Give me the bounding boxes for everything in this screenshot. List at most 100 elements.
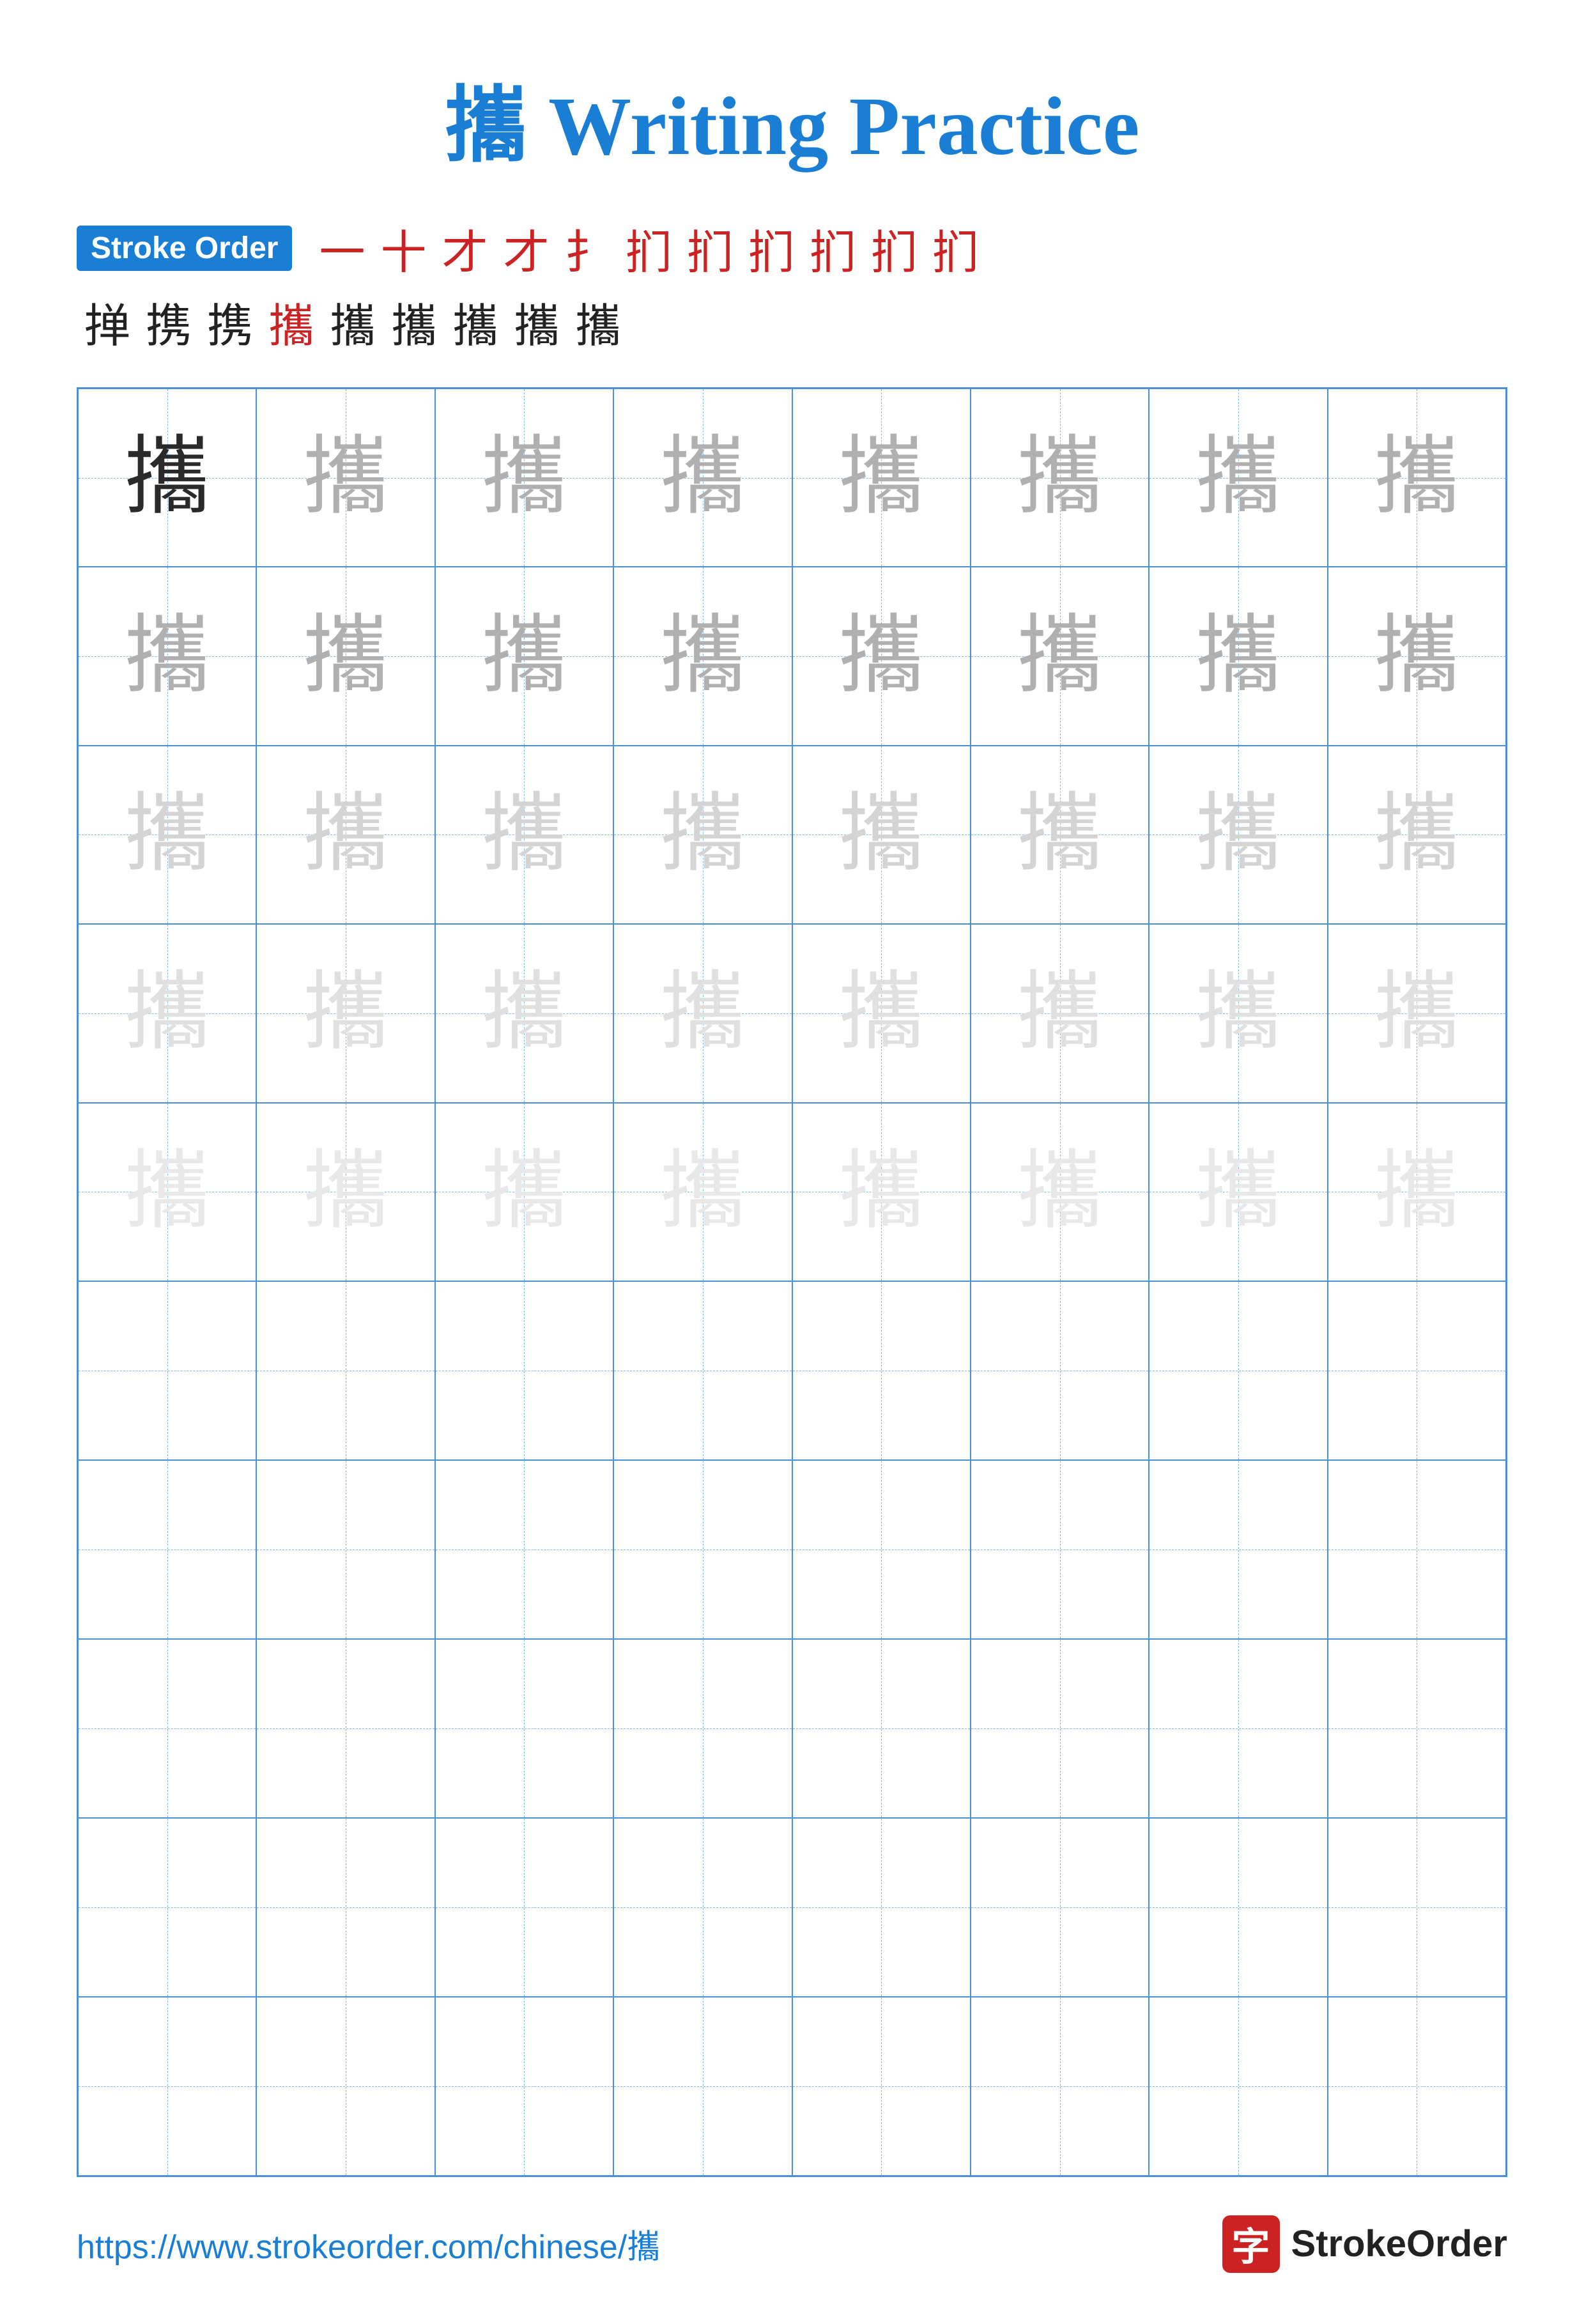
cell-5-2[interactable]: 攜 xyxy=(256,1103,434,1281)
grid-row-4: 攜 攜 攜 攜 攜 攜 攜 攜 xyxy=(78,924,1506,1102)
cell-1-3[interactable]: 攜 xyxy=(435,389,613,567)
cell-5-7[interactable]: 攜 xyxy=(1149,1103,1327,1281)
cell-4-3[interactable]: 攜 xyxy=(435,924,613,1102)
grid-row-3: 攜 攜 攜 攜 攜 攜 攜 攜 xyxy=(78,746,1506,924)
cell-7-3[interactable] xyxy=(435,1460,613,1639)
practice-char: 攜 xyxy=(659,613,746,700)
cell-4-1[interactable]: 攜 xyxy=(78,924,256,1102)
cell-9-5[interactable] xyxy=(792,1818,971,1997)
cell-1-5[interactable]: 攜 xyxy=(792,389,971,567)
cell-4-7[interactable]: 攜 xyxy=(1149,924,1327,1102)
cell-2-5[interactable]: 攜 xyxy=(792,567,971,745)
cell-9-8[interactable] xyxy=(1328,1818,1506,1997)
cell-6-5[interactable] xyxy=(792,1281,971,1460)
cell-2-2[interactable]: 攜 xyxy=(256,567,434,745)
stroke-15: 攜 xyxy=(268,288,314,355)
cell-4-6[interactable]: 攜 xyxy=(971,924,1149,1102)
cell-7-7[interactable] xyxy=(1149,1460,1327,1639)
cell-5-6[interactable]: 攜 xyxy=(971,1103,1149,1281)
cell-3-4[interactable]: 攜 xyxy=(613,746,792,924)
cell-8-3[interactable] xyxy=(435,1639,613,1818)
cell-1-8[interactable]: 攜 xyxy=(1328,389,1506,567)
cell-10-5[interactable] xyxy=(792,1997,971,2176)
cell-4-4[interactable]: 攜 xyxy=(613,924,792,1102)
cell-7-6[interactable] xyxy=(971,1460,1149,1639)
stroke-20: 攜 xyxy=(575,288,621,355)
cell-8-5[interactable] xyxy=(792,1639,971,1818)
cell-1-4[interactable]: 攜 xyxy=(613,389,792,567)
cell-6-6[interactable] xyxy=(971,1281,1149,1460)
cell-2-7[interactable]: 攜 xyxy=(1149,567,1327,745)
cell-7-4[interactable] xyxy=(613,1460,792,1639)
cell-3-8[interactable]: 攜 xyxy=(1328,746,1506,924)
cell-3-1[interactable]: 攜 xyxy=(78,746,256,924)
grid-row-9 xyxy=(78,1818,1506,1997)
practice-char: 攜 xyxy=(838,970,925,1056)
practice-char: 攜 xyxy=(303,792,389,878)
cell-3-2[interactable]: 攜 xyxy=(256,746,434,924)
cell-9-6[interactable] xyxy=(971,1818,1149,1997)
cell-5-4[interactable]: 攜 xyxy=(613,1103,792,1281)
cell-9-7[interactable] xyxy=(1149,1818,1327,1997)
cell-9-2[interactable] xyxy=(256,1818,434,1997)
cell-10-8[interactable] xyxy=(1328,1997,1506,2176)
cell-2-4[interactable]: 攜 xyxy=(613,567,792,745)
practice-grid: 攜 攜 攜 攜 攜 攜 攜 攜 xyxy=(77,387,1507,2177)
cell-1-7[interactable]: 攜 xyxy=(1149,389,1327,567)
cell-10-7[interactable] xyxy=(1149,1997,1327,2176)
cell-9-1[interactable] xyxy=(78,1818,256,1997)
cell-8-7[interactable] xyxy=(1149,1639,1327,1818)
cell-4-8[interactable]: 攜 xyxy=(1328,924,1506,1102)
cell-10-4[interactable] xyxy=(613,1997,792,2176)
cell-5-8[interactable]: 攜 xyxy=(1328,1103,1506,1281)
cell-5-1[interactable]: 攜 xyxy=(78,1103,256,1281)
cell-4-5[interactable]: 攜 xyxy=(792,924,971,1102)
practice-char: 攜 xyxy=(1017,970,1103,1056)
cell-2-3[interactable]: 攜 xyxy=(435,567,613,745)
cell-3-7[interactable]: 攜 xyxy=(1149,746,1327,924)
cell-7-5[interactable] xyxy=(792,1460,971,1639)
cell-10-6[interactable] xyxy=(971,1997,1149,2176)
practice-char: 攜 xyxy=(481,792,567,878)
cell-3-3[interactable]: 攜 xyxy=(435,746,613,924)
cell-2-1[interactable]: 攜 xyxy=(78,567,256,745)
cell-8-2[interactable] xyxy=(256,1639,434,1818)
cell-1-6[interactable]: 攜 xyxy=(971,389,1149,567)
cell-8-1[interactable] xyxy=(78,1639,256,1818)
cell-4-2[interactable]: 攜 xyxy=(256,924,434,1102)
grid-row-10 xyxy=(78,1997,1506,2176)
practice-char: 攜 xyxy=(1374,1149,1460,1235)
cell-10-2[interactable] xyxy=(256,1997,434,2176)
cell-6-4[interactable] xyxy=(613,1281,792,1460)
stroke-19: 攜 xyxy=(514,288,560,355)
cell-1-1[interactable]: 攜 xyxy=(78,389,256,567)
cell-6-3[interactable] xyxy=(435,1281,613,1460)
cell-9-4[interactable] xyxy=(613,1818,792,1997)
cell-1-2[interactable]: 攜 xyxy=(256,389,434,567)
cell-7-8[interactable] xyxy=(1328,1460,1506,1639)
cell-2-8[interactable]: 攜 xyxy=(1328,567,1506,745)
cell-5-5[interactable]: 攜 xyxy=(792,1103,971,1281)
cell-8-4[interactable] xyxy=(613,1639,792,1818)
cell-6-2[interactable] xyxy=(256,1281,434,1460)
cell-6-7[interactable] xyxy=(1149,1281,1327,1460)
cell-7-2[interactable] xyxy=(256,1460,434,1639)
grid-row-5: 攜 攜 攜 攜 攜 攜 攜 攜 xyxy=(78,1103,1506,1281)
cell-3-6[interactable]: 攜 xyxy=(971,746,1149,924)
practice-char: 攜 xyxy=(124,1149,210,1235)
cell-7-1[interactable] xyxy=(78,1460,256,1639)
cell-10-1[interactable] xyxy=(78,1997,256,2176)
stroke-chars-row2: 掸 携 携 攜 攜 攜 攜 攜 攜 xyxy=(77,288,629,355)
cell-6-8[interactable] xyxy=(1328,1281,1506,1460)
cell-3-5[interactable]: 攜 xyxy=(792,746,971,924)
cell-5-3[interactable]: 攜 xyxy=(435,1103,613,1281)
cell-10-3[interactable] xyxy=(435,1997,613,2176)
stroke-9: 扪 xyxy=(810,215,856,282)
stroke-17: 攜 xyxy=(391,288,437,355)
cell-9-3[interactable] xyxy=(435,1818,613,1997)
cell-2-6[interactable]: 攜 xyxy=(971,567,1149,745)
cell-8-8[interactable] xyxy=(1328,1639,1506,1818)
cell-8-6[interactable] xyxy=(971,1639,1149,1818)
cell-6-1[interactable] xyxy=(78,1281,256,1460)
stroke-order-badge: Stroke Order xyxy=(77,226,292,271)
